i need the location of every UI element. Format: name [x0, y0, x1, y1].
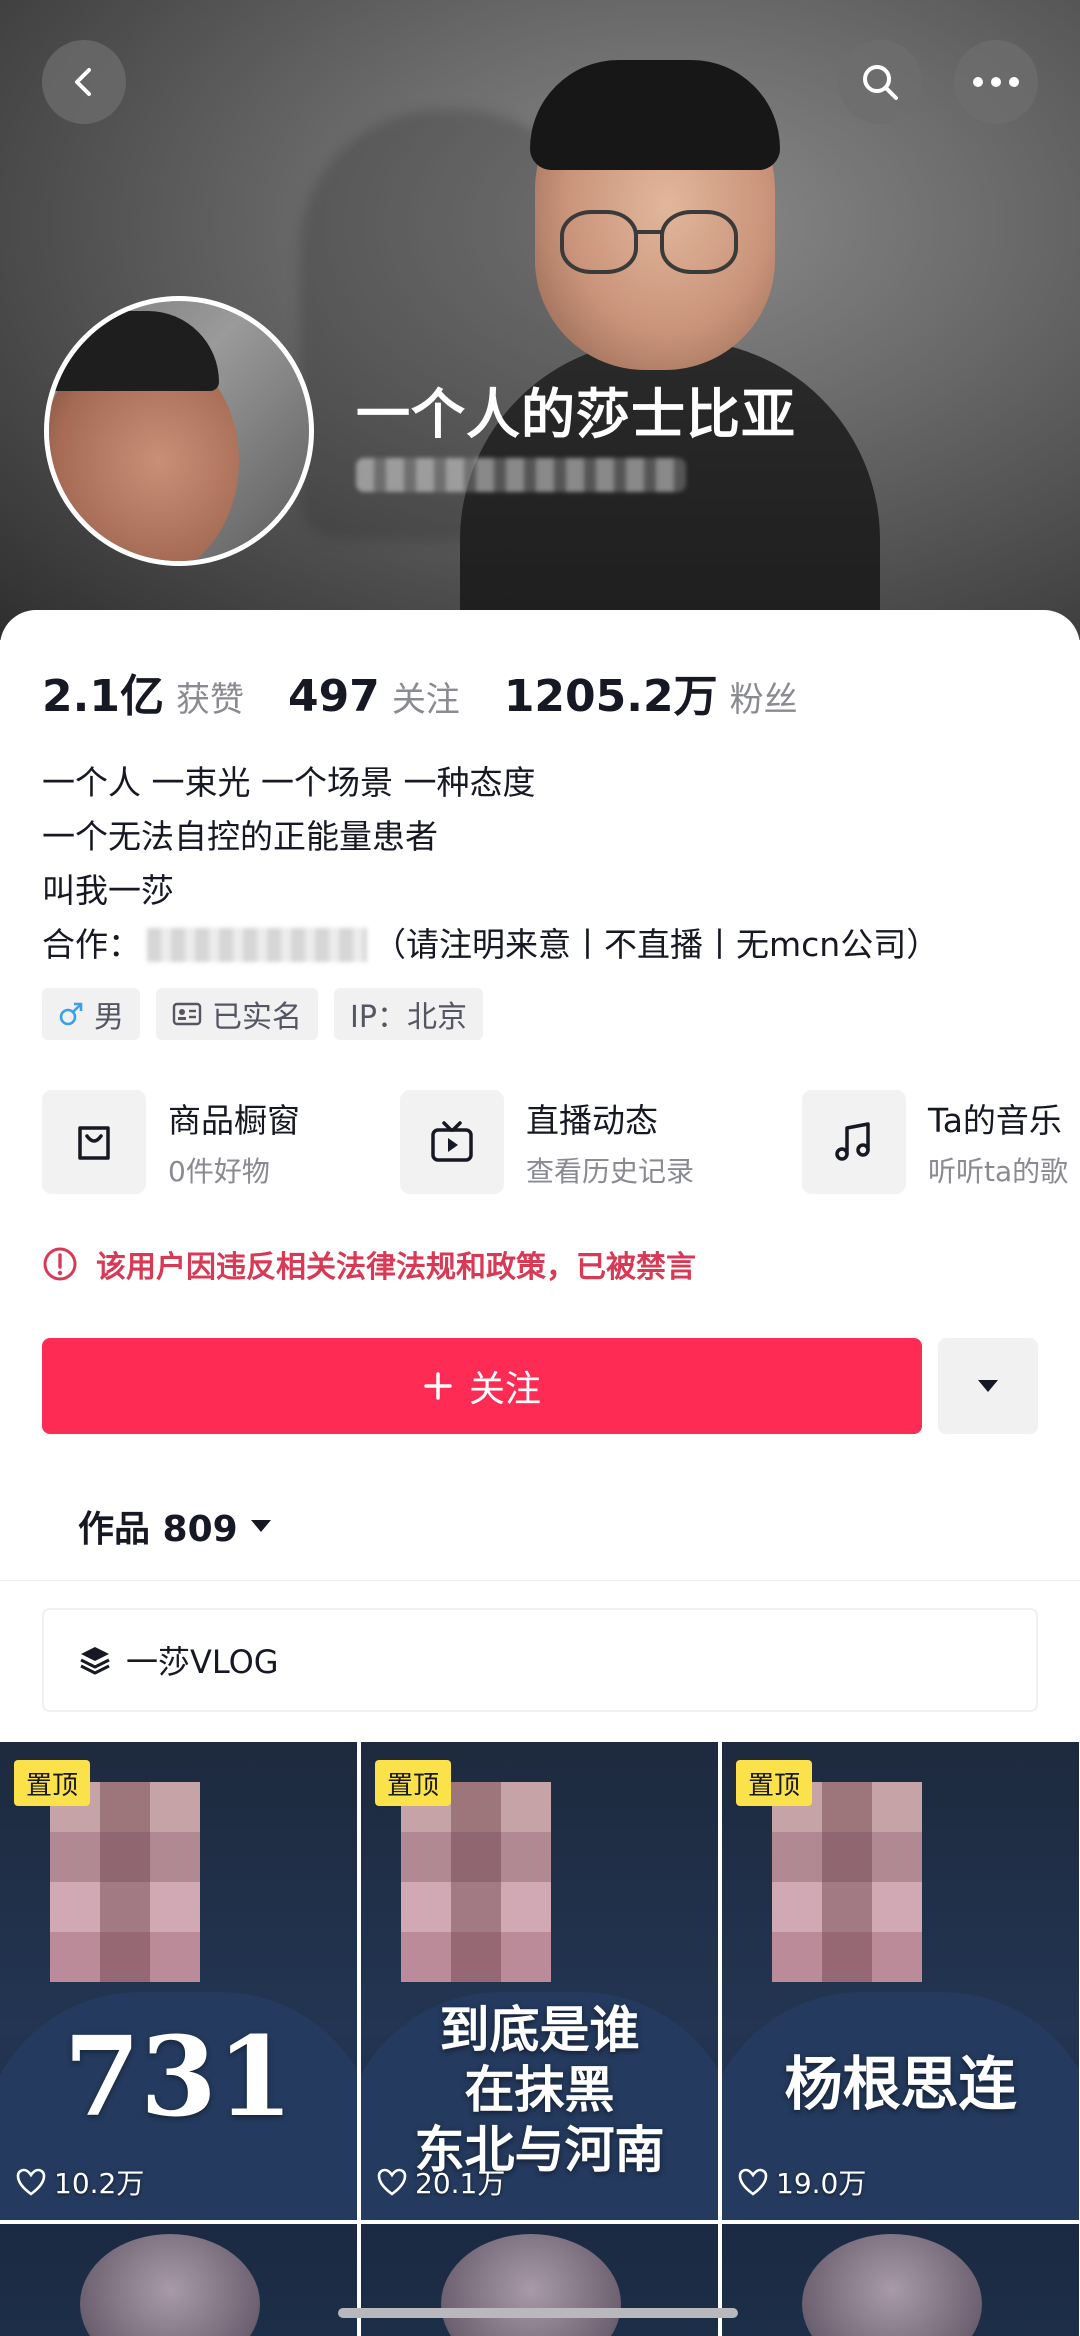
bio-line: 叫我一莎 [42, 871, 174, 910]
search-button[interactable] [838, 40, 922, 124]
collection-entry[interactable]: 一莎VLOG [42, 1608, 1038, 1712]
layers-icon [80, 1647, 110, 1675]
warning-icon [43, 1247, 77, 1281]
works-label: 作品 809 [78, 1509, 238, 1550]
gender-label: 男 [94, 1000, 124, 1035]
video-tile[interactable] [361, 2224, 718, 2336]
search-icon [863, 65, 898, 100]
video-tile[interactable]: 置顶 到底是谁 在抹黑 东北与河南 20.1万 [361, 1742, 718, 2220]
id-card-icon [172, 1002, 202, 1026]
more-dots-icon [973, 77, 1019, 87]
profile-tags: 男 已实名 IP：北京 [42, 988, 483, 1040]
video-overlay-text: 到底是谁 在抹黑 东北与河南 [361, 2000, 718, 2180]
profile-sheet: 2.1亿 获赞 497 关注 1205.2万 粉丝 一个人 一束光 一个场景 一… [0, 610, 1080, 1740]
blurred-contact [147, 928, 367, 962]
bio-line: 一个人 一束光 一个场景 一种态度 [42, 763, 536, 802]
music-note-icon [835, 1122, 870, 1161]
overlay-line: 在抹黑 [464, 2061, 615, 2119]
stats-row: 2.1亿 获赞 497 关注 1205.2万 粉丝 [42, 660, 842, 724]
divider [0, 1580, 1080, 1581]
bio-line: 一个无法自控的正能量患者 [42, 817, 438, 856]
likes-count: 20.1万 [415, 2167, 506, 2200]
video-tile[interactable] [722, 2224, 1079, 2336]
ban-notice-text: 该用户因违反相关法律法规和政策，已被禁言 [96, 1250, 696, 1285]
tv-icon [431, 1121, 473, 1162]
video-likes: 10.2万 [16, 2162, 144, 2202]
more-options-button[interactable] [954, 40, 1038, 124]
feature-shop-window[interactable]: 商品橱窗 0件好物 [42, 1090, 300, 1194]
caret-down-icon [250, 1520, 271, 1532]
pinned-badge: 置顶 [375, 1760, 452, 1806]
video-likes: 19.0万 [738, 2162, 866, 2202]
following-count[interactable]: 497 [288, 671, 380, 722]
tab-works[interactable]: 作品 809 [78, 1500, 272, 1552]
likes-count: 10.2万 [54, 2167, 145, 2200]
cooperation-line: 合作： （请注明来意丨不直播丨无mcn公司） [42, 918, 939, 972]
heart-icon [377, 2168, 407, 2196]
video-tile[interactable] [0, 2224, 357, 2336]
feature-title: Ta的音乐 [928, 1101, 1062, 1140]
video-overlay-text: 731 [63, 2012, 294, 2141]
recommend-dropdown-button[interactable] [938, 1338, 1038, 1434]
feature-entries: 商品橱窗 0件好物 直播动态 查看历史记录 Ta的音乐 听听ta的歌 [42, 1090, 1080, 1200]
home-indicator [338, 2308, 738, 2318]
feature-title: 直播动态 [526, 1101, 658, 1140]
plus-icon [424, 1372, 452, 1400]
video-likes: 20.1万 [377, 2162, 505, 2202]
likes-count: 19.0万 [776, 2167, 867, 2200]
ip-label: IP：北京 [350, 1000, 467, 1035]
heart-icon [738, 2168, 768, 2196]
feature-subtitle: 查看历史记录 [526, 1155, 695, 1188]
avatar[interactable] [44, 296, 314, 566]
shopping-bag-icon [78, 1126, 110, 1160]
blurred-account-id [356, 458, 686, 492]
feature-music[interactable]: Ta的音乐 听听ta的歌 [802, 1090, 1068, 1194]
video-grid: 置顶 731 10.2万 置顶 到底是谁 在抹黑 东北与河南 20.1万 置顶 … [0, 1742, 1080, 2336]
following-label[interactable]: 关注 [392, 672, 460, 721]
likes-label: 获赞 [175, 680, 244, 720]
coop-prefix: 合作： [42, 925, 141, 964]
pinned-badge: 置顶 [14, 1760, 91, 1806]
collection-label: 一莎VLOG [126, 1643, 279, 1681]
bio: 一个人 一束光 一个场景 一种态度 一个无法自控的正能量患者 叫我一莎 合作： … [42, 756, 939, 972]
feature-live-history[interactable]: 直播动态 查看历史记录 [400, 1090, 694, 1194]
overlay-line: 到底是谁 [439, 2001, 640, 2059]
followers-label[interactable]: 粉丝 [730, 672, 798, 721]
male-icon [59, 1002, 83, 1026]
video-tile[interactable]: 置顶 杨根思连 19.0万 [722, 1742, 1079, 2220]
feature-subtitle: 0件好物 [168, 1155, 270, 1188]
likes-count: 2.1亿 [42, 671, 164, 722]
ban-notice: 该用户因违反相关法律法规和政策，已被禁言 [42, 1242, 696, 1286]
followers-count[interactable]: 1205.2万 [504, 660, 718, 724]
heart-icon [16, 2168, 46, 2196]
ip-tag: IP：北京 [334, 988, 483, 1040]
feature-subtitle: 听听ta的歌 [928, 1155, 1069, 1188]
follow-button[interactable]: 关注 [42, 1338, 922, 1434]
banner-photo [460, 40, 880, 640]
verified-label: 已实名 [212, 1000, 302, 1035]
coop-suffix: （请注明来意丨不直播丨无mcn公司） [373, 925, 940, 964]
back-arrow-icon [75, 68, 91, 96]
follow-label: 关注 [468, 1369, 541, 1410]
back-button[interactable] [42, 40, 126, 124]
verified-tag: 已实名 [156, 988, 318, 1040]
video-tile[interactable]: 置顶 731 10.2万 [0, 1742, 357, 2220]
profile-banner: 一个人的莎士比亚 [0, 0, 1080, 640]
pinned-badge: 置顶 [736, 1760, 813, 1806]
feature-title: 商品橱窗 [168, 1101, 300, 1140]
video-overlay-text: 杨根思连 [784, 2050, 1017, 2118]
gender-tag: 男 [42, 988, 140, 1040]
caret-down-icon [978, 1380, 998, 1392]
profile-name: 一个人的莎士比亚 [356, 383, 796, 446]
